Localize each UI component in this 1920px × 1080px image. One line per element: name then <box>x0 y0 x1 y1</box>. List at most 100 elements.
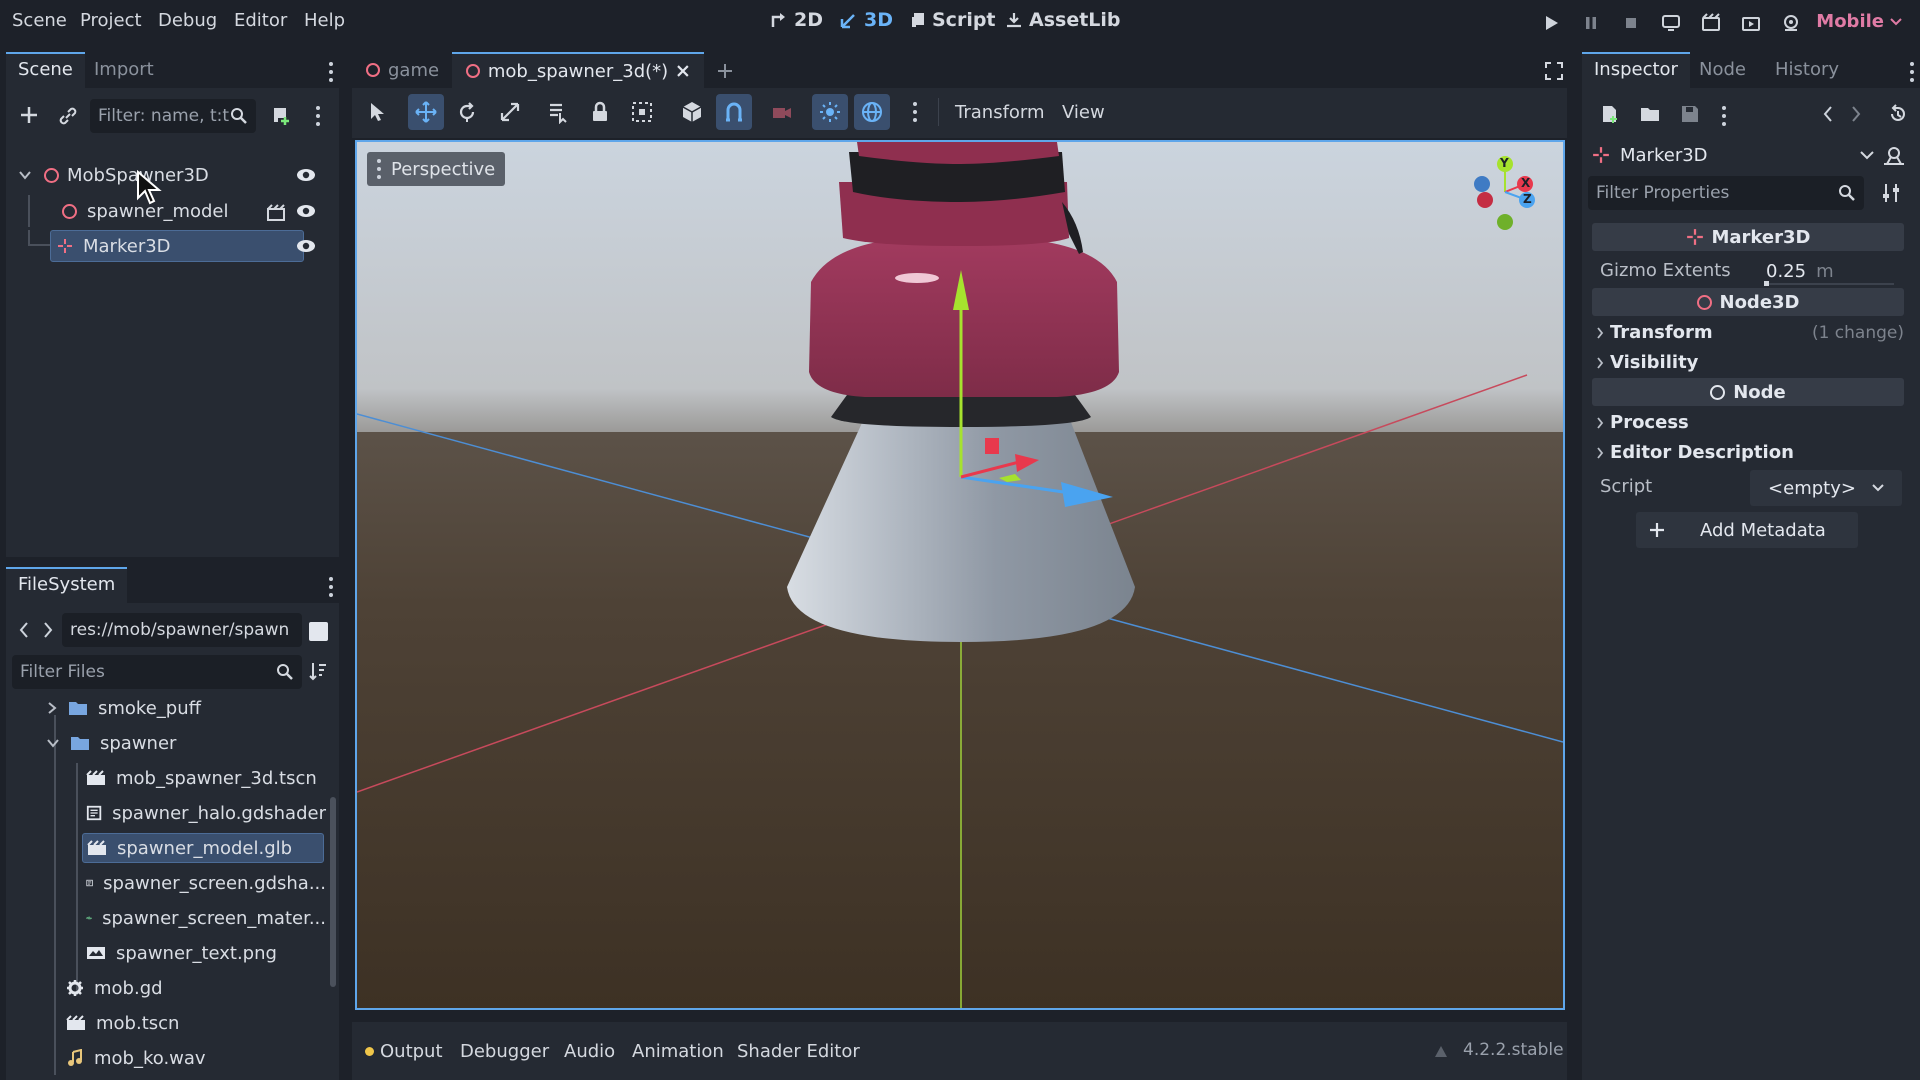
scene-dock-menu-icon[interactable] <box>329 62 333 86</box>
menu-scene[interactable]: Scene <box>12 10 67 31</box>
gizmo-extents-field[interactable]: 0.25 m <box>1760 256 1894 286</box>
fs-item-spawner-screen-shader[interactable]: spawner_screen.gdsha... <box>86 868 326 898</box>
add-node-icon[interactable] <box>18 104 40 126</box>
close-icon[interactable] <box>676 64 690 78</box>
collapse-arrow-icon[interactable] <box>18 168 32 182</box>
workspace-2d-button[interactable]: 2D <box>770 9 823 31</box>
category-visibility[interactable]: Visibility <box>1596 352 1698 373</box>
environment-globe-icon[interactable] <box>860 100 884 124</box>
fs-item-spawner[interactable]: spawner <box>46 728 176 758</box>
sort-icon[interactable] <box>308 661 328 681</box>
remote-debug-icon[interactable] <box>1660 12 1682 34</box>
visibility-eye-icon[interactable] <box>296 168 316 182</box>
bottom-tab-shader-editor[interactable]: Shader Editor <box>737 1041 860 1062</box>
scene-tab-mob-spawner[interactable]: mob_spawner_3d(*) <box>452 52 704 88</box>
perspective-menu[interactable]: Perspective <box>367 152 506 186</box>
bottom-tab-audio[interactable]: Audio <box>564 1041 615 1062</box>
workspace-script-button[interactable]: Script <box>910 9 996 31</box>
path-field[interactable]: res://mob/spawner/spawn <box>62 613 302 647</box>
bottom-tab-output[interactable]: Output <box>380 1041 443 1062</box>
bottom-tab-debugger[interactable]: Debugger <box>460 1041 549 1062</box>
category-process[interactable]: Process <box>1596 412 1689 433</box>
fs-item-mob-tscn[interactable]: mob.tscn <box>66 1008 179 1038</box>
tab-import[interactable]: Import <box>82 52 166 88</box>
filesystem-menu-icon[interactable] <box>329 577 333 601</box>
camera-preview-icon[interactable] <box>770 100 794 124</box>
viewport-options-icon[interactable] <box>913 102 917 126</box>
history-forward-icon[interactable] <box>1850 104 1862 124</box>
lock-icon[interactable] <box>588 100 612 124</box>
node-configuration-icon[interactable] <box>1882 144 1906 166</box>
property-settings-icon[interactable] <box>1880 182 1902 204</box>
visibility-eye-icon[interactable] <box>296 239 316 253</box>
select-tool-icon[interactable] <box>365 100 389 124</box>
gizmo-extents-slider-track[interactable] <box>1766 283 1894 285</box>
local-space-icon[interactable] <box>680 100 704 124</box>
move-gizmo-plane[interactable] <box>985 438 999 454</box>
menu-editor[interactable]: Editor <box>234 10 287 31</box>
add-tab-icon[interactable] <box>716 62 734 80</box>
new-resource-icon[interactable] <box>1600 104 1620 124</box>
tree-node-spawner-model[interactable]: spawner_model <box>18 195 328 227</box>
menu-debug[interactable]: Debug <box>158 10 217 31</box>
fs-item-smoke-puff[interactable]: smoke_puff <box>46 693 201 723</box>
save-icon[interactable] <box>1680 104 1700 124</box>
object-history-icon[interactable] <box>1888 104 1908 124</box>
movie-maker-icon[interactable] <box>1780 12 1802 34</box>
toggle-split-icon[interactable] <box>309 622 328 641</box>
category-transform[interactable]: Transform (1 change) <box>1596 322 1904 343</box>
stop-icon[interactable] <box>1620 12 1642 34</box>
rotate-tool-icon[interactable] <box>455 100 479 124</box>
scene-tree-options-icon[interactable] <box>316 106 320 130</box>
back-arrow-icon[interactable] <box>18 621 30 639</box>
fs-item-spawner-screen-material[interactable]: spawner_screen_mater... <box>86 903 326 933</box>
view-menu[interactable]: View <box>1062 102 1105 123</box>
bottom-tab-animation[interactable]: Animation <box>632 1041 724 1062</box>
instance-scene-icon[interactable] <box>58 106 78 126</box>
fs-item-spawner-model[interactable]: spawner_model.glb <box>82 833 324 863</box>
distraction-free-icon[interactable] <box>1545 62 1563 80</box>
workspace-3d-button[interactable]: 3D <box>840 9 893 31</box>
attach-script-icon[interactable] <box>270 104 292 126</box>
tab-node[interactable]: Node <box>1687 52 1758 88</box>
fs-item-mob-ko-wav[interactable]: mob_ko.wav <box>66 1043 206 1073</box>
add-metadata-button[interactable]: Add Metadata <box>1636 512 1858 548</box>
fs-item-spawner-text[interactable]: spawner_text.png <box>86 938 326 968</box>
forward-arrow-icon[interactable] <box>42 621 54 639</box>
expand-arrow-icon[interactable] <box>46 701 58 715</box>
scene-filter-input[interactable]: Filter: name, t:t <box>90 99 256 133</box>
menu-help[interactable]: Help <box>304 10 345 31</box>
list-select-icon[interactable] <box>546 100 570 124</box>
run-current-scene-icon[interactable] <box>1700 12 1722 34</box>
group-icon[interactable] <box>630 100 654 124</box>
gizmo-extents-slider-grabber[interactable] <box>1764 281 1769 286</box>
open-scene-icon[interactable] <box>266 203 286 221</box>
fs-item-mob-gd[interactable]: mob.gd <box>66 973 163 1003</box>
renderer-selector[interactable]: Mobile <box>1816 11 1902 32</box>
snap-icon[interactable] <box>722 100 746 124</box>
fs-item-mob-spawner-3d[interactable]: mob_spawner_3d.tscn <box>86 763 326 793</box>
history-back-icon[interactable] <box>1822 104 1834 124</box>
collapse-arrow-icon[interactable] <box>46 737 60 749</box>
category-editor-description[interactable]: Editor Description <box>1596 442 1794 463</box>
tree-node-mobspawner3d[interactable]: MobSpawner3D <box>18 159 328 191</box>
run-specific-scene-icon[interactable] <box>1740 12 1762 34</box>
scene-tab-game[interactable]: game <box>352 52 453 88</box>
visibility-eye-icon[interactable] <box>296 204 316 218</box>
scale-tool-icon[interactable] <box>498 100 522 124</box>
workspace-assetlib-button[interactable]: AssetLib <box>1005 9 1121 31</box>
filter-files-input[interactable]: Filter Files <box>12 655 302 689</box>
tab-scene[interactable]: Scene <box>6 52 85 88</box>
tree-node-marker3d[interactable]: Marker3D <box>18 230 328 262</box>
fs-item-spawner-halo[interactable]: spawner_halo.gdshader <box>86 798 326 828</box>
play-icon[interactable] <box>1540 12 1562 34</box>
pause-icon[interactable] <box>1580 12 1602 34</box>
inspector-options-icon[interactable] <box>1722 106 1726 130</box>
script-resource-picker[interactable]: <empty> <box>1750 470 1902 506</box>
menu-project[interactable]: Project <box>80 10 142 31</box>
viewport-3d[interactable]: Y X Z Perspective <box>355 140 1565 1010</box>
selected-object-selector[interactable]: Marker3D <box>1592 138 1874 172</box>
filter-properties-input[interactable]: Filter Properties <box>1588 176 1864 210</box>
transform-menu[interactable]: Transform <box>955 102 1045 123</box>
open-folder-icon[interactable] <box>1640 104 1660 124</box>
